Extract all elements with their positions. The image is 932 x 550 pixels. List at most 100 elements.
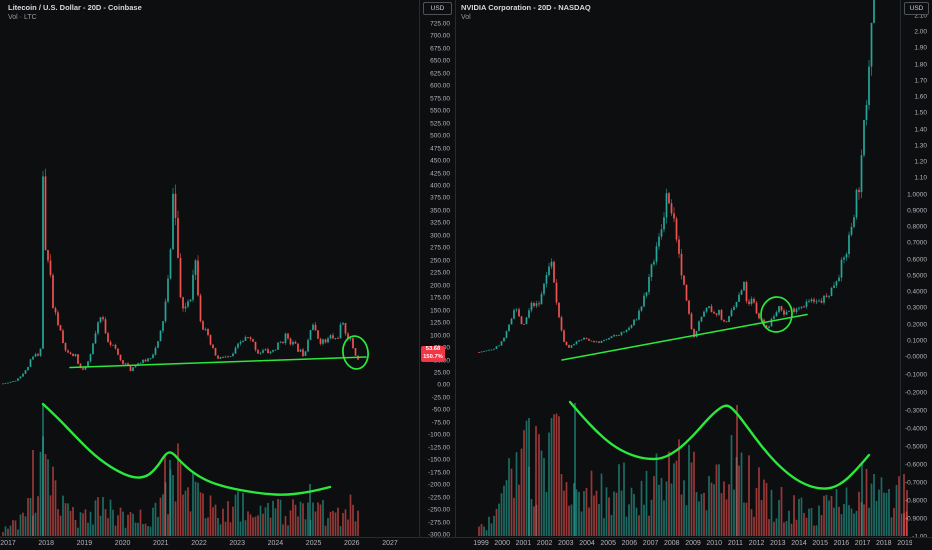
price-tick-label: 1.80	[914, 61, 927, 69]
price-tick-label: 0.1000	[907, 337, 927, 345]
year-tick-label: 2004	[579, 540, 595, 547]
year-tick-label: 2005	[600, 540, 616, 547]
price-tick-label: 175.00	[430, 294, 450, 302]
price-tick-label: 1.50	[914, 109, 927, 117]
last-price-value: 53.68	[425, 346, 441, 352]
price-tick-label: 0.2000	[907, 321, 927, 329]
year-tick-label: 2018	[38, 540, 54, 547]
year-tick-label: 2021	[153, 540, 169, 547]
price-tick-label: 25.00	[433, 369, 450, 377]
price-tick-label: 550.00	[430, 107, 450, 115]
left-currency-chip[interactable]: USD	[423, 2, 452, 15]
price-tick-label: -125.00	[427, 444, 450, 452]
price-tick-label: 1.20	[914, 158, 927, 166]
price-tick-label: 725.00	[430, 20, 450, 28]
price-tick-label: 1.0000	[907, 191, 927, 199]
price-tick-label: -0.0000	[904, 353, 927, 361]
left-price-axis[interactable]: USD 53.68 150.7% 750.00725.00700.00675.0…	[419, 0, 456, 537]
year-tick-label: 2001	[515, 540, 532, 547]
price-tick-label: -0.3000	[904, 407, 927, 415]
price-tick-label: 375.00	[430, 194, 450, 202]
year-tick-label: 2025	[305, 540, 322, 547]
year-tick-label: 2015	[812, 540, 828, 547]
price-tick-label: 0.4000	[907, 288, 927, 296]
price-tick-label: -75.00	[431, 419, 450, 427]
price-tick-label: -200.00	[427, 481, 450, 489]
price-tick-label: -225.00	[427, 494, 450, 502]
price-tick-label: 450.00	[430, 157, 450, 165]
price-tick-label: -0.6000	[904, 461, 927, 469]
price-tick-label: 575.00	[430, 95, 450, 103]
price-tick-label: 1.10	[914, 174, 927, 182]
price-tick-label: -100.00	[427, 431, 450, 439]
price-tick-label: 275.00	[430, 244, 450, 252]
price-tick-label: 125.00	[430, 319, 450, 327]
year-tick-label: 2000	[494, 540, 510, 547]
year-tick-label: 2011	[727, 540, 743, 547]
price-tick-label: -0.1000	[904, 371, 927, 379]
price-tick-label: -275.00	[427, 519, 450, 527]
year-tick-label: 2016	[833, 540, 850, 547]
price-tick-label: 325.00	[430, 219, 450, 227]
year-tick-label: 2024	[267, 540, 284, 547]
year-tick-label: 2017	[0, 540, 16, 547]
year-tick-label: 2019	[897, 540, 912, 547]
year-tick-label: 2027	[382, 540, 398, 547]
price-tick-label: 675.00	[430, 45, 450, 53]
price-tick-label: 2.00	[914, 28, 927, 36]
price-tick-label: 500.00	[430, 132, 450, 140]
price-tick-label: 0.7000	[907, 239, 927, 247]
price-tick-label: 1.40	[914, 126, 927, 134]
time-axis[interactable]: 2017 2018 2019 2020 2021 2022 2023 2024 2025 2026…	[0, 537, 932, 550]
year-tick-label: 2008	[664, 540, 680, 547]
price-tick-label: 0.9000	[907, 207, 927, 215]
price-tick-label: 250.00	[430, 257, 450, 265]
year-tick-label: 2026	[344, 540, 360, 547]
year-tick-label: 2010	[706, 540, 722, 547]
price-tick-label: 0.5000	[907, 272, 927, 280]
charts-canvas[interactable]	[0, 0, 932, 550]
price-tick-label: -0.4000	[904, 425, 927, 433]
price-tick-label: 425.00	[430, 170, 450, 178]
price-tick-label: -250.00	[427, 506, 450, 514]
price-tick-label: 0.3000	[907, 304, 927, 312]
price-tick-label: 1.90	[914, 44, 927, 52]
price-tick-label: 525.00	[430, 120, 450, 128]
price-tick-label: 0.6000	[907, 256, 927, 264]
price-tick-label: -25.00	[431, 394, 450, 402]
price-tick-label: 1.60	[914, 93, 927, 101]
price-tick-label: -0.8000	[904, 497, 927, 505]
price-tick-label: 650.00	[430, 57, 450, 65]
year-tick-label: 2019	[76, 540, 93, 547]
right-price-axis[interactable]: USD 2.10 2.00 1.90 1.80 1.70 1.60 1.50 1.40 1.30…	[900, 0, 932, 537]
year-tick-label: 2007	[642, 540, 659, 547]
year-tick-label: 2002	[536, 540, 553, 547]
price-tick-label: 1.70	[914, 77, 927, 85]
price-tick-label: 0.00	[437, 381, 450, 389]
last-price-change: 150.7%	[423, 353, 443, 360]
price-tick-label: -0.9000	[904, 515, 927, 523]
last-price-label: 53.68 150.7%	[421, 346, 445, 362]
right-time-axis[interactable]: 1999 2000 2001 2002 2003 2004 2005 2006 2007 2008…	[455, 538, 912, 550]
price-tick-label: -175.00	[427, 469, 450, 477]
price-tick-label: -50.00	[431, 406, 450, 414]
price-tick-label: 350.00	[430, 207, 450, 215]
year-tick-label: 2009	[685, 540, 701, 547]
year-tick-label: 2006	[621, 540, 638, 547]
price-tick-label: 600.00	[430, 82, 450, 90]
price-tick-label: 150.00	[430, 307, 450, 315]
price-tick-label: 100.00	[430, 332, 450, 340]
price-tick-label: 225.00	[430, 269, 450, 277]
year-tick-label: 2022	[191, 540, 207, 547]
year-tick-label: 2014	[791, 540, 807, 547]
price-tick-label: 200.00	[430, 282, 450, 290]
price-tick-label: 300.00	[430, 232, 450, 240]
price-tick-label: 400.00	[430, 182, 450, 190]
year-tick-label: 2023	[229, 540, 245, 547]
price-tick-label: -0.7000	[904, 479, 927, 487]
year-tick-label: 2003	[558, 540, 574, 547]
right-currency-chip[interactable]: USD	[904, 2, 929, 15]
price-tick-label: 700.00	[430, 32, 450, 40]
year-tick-label: 2018	[876, 540, 892, 547]
left-time-axis[interactable]: 2017 2018 2019 2020 2021 2022 2023 2024 2025 2026…	[0, 538, 456, 550]
